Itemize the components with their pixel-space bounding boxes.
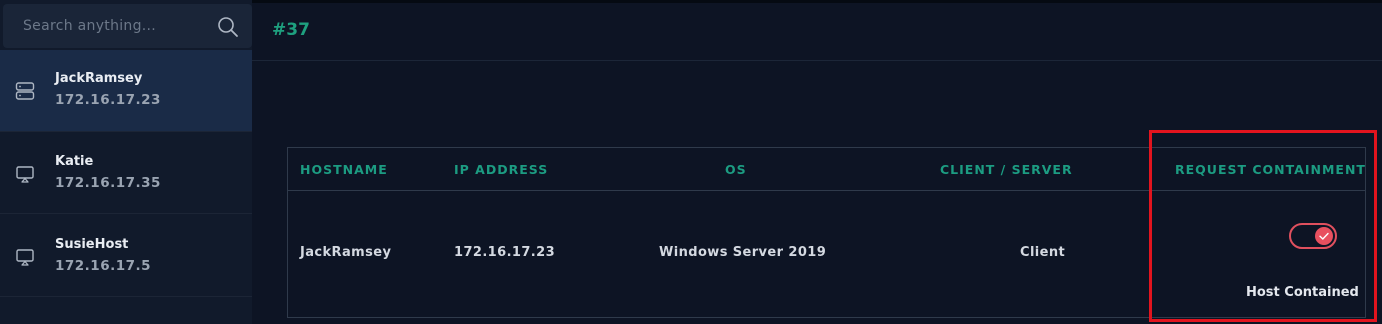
column-ip-address: IP ADDRESS bbox=[454, 162, 549, 177]
sidebar-item-name: Katie bbox=[55, 154, 94, 169]
header-bar: #37 bbox=[252, 0, 1382, 61]
column-client-server: CLIENT / SERVER bbox=[940, 162, 1073, 177]
sidebar-item-susiehost[interactable]: SusieHost 172.16.17.5 bbox=[0, 215, 252, 297]
cell-ip-address: 172.16.17.23 bbox=[454, 245, 556, 260]
sidebar-item-ip: 172.16.17.5 bbox=[55, 258, 152, 274]
column-hostname: HOSTNAME bbox=[300, 162, 388, 177]
sidebar-item-name: JackRamsey bbox=[55, 71, 143, 86]
server-icon bbox=[15, 81, 35, 101]
cell-hostname: JackRamsey bbox=[300, 245, 392, 260]
search-input[interactable] bbox=[23, 4, 213, 48]
table-header: HOSTNAME IP ADDRESS OS CLIENT / SERVER R… bbox=[288, 148, 1365, 191]
check-icon bbox=[1319, 232, 1329, 240]
containment-toggle[interactable] bbox=[1289, 223, 1337, 249]
cell-client-server: Client bbox=[1020, 245, 1066, 260]
containment-status: Host Contained bbox=[1246, 285, 1359, 300]
host-table: HOSTNAME IP ADDRESS OS CLIENT / SERVER R… bbox=[287, 147, 1366, 318]
search-icon[interactable] bbox=[217, 16, 239, 38]
sidebar-item-name: SusieHost bbox=[55, 237, 129, 252]
monitor-icon bbox=[15, 164, 35, 184]
monitor-icon bbox=[15, 247, 35, 267]
sidebar-item-jackramsey[interactable]: JackRamsey 172.16.17.23 bbox=[0, 50, 252, 132]
sidebar-item-katie[interactable]: Katie 172.16.17.35 bbox=[0, 132, 252, 214]
cell-os: Windows Server 2019 bbox=[659, 245, 827, 260]
incident-id: #37 bbox=[272, 20, 310, 40]
sidebar: JackRamsey 172.16.17.23 Katie 172.16.17.… bbox=[0, 0, 252, 324]
sidebar-item-ip: 172.16.17.23 bbox=[55, 92, 161, 108]
toggle-knob bbox=[1315, 227, 1333, 245]
column-os: OS bbox=[725, 162, 747, 177]
app-window: JackRamsey 172.16.17.23 Katie 172.16.17.… bbox=[0, 0, 1382, 324]
sidebar-item-ip: 172.16.17.35 bbox=[55, 175, 161, 191]
search-box bbox=[3, 4, 252, 48]
column-request-containment: REQUEST CONTAINMENT bbox=[1175, 162, 1366, 177]
